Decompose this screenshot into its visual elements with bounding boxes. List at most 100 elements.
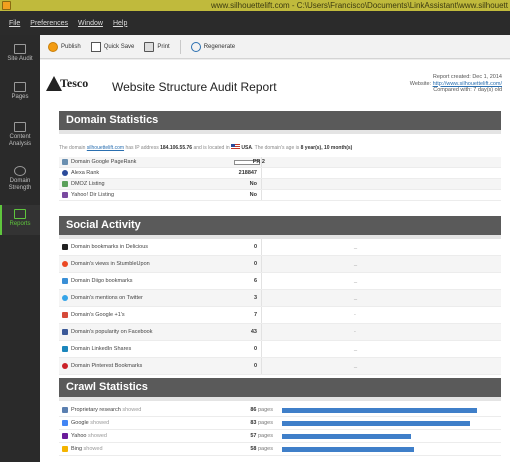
sidebar-item-domain-strength[interactable]: Domain Strength — [0, 163, 40, 199]
twitter-icon — [62, 295, 68, 301]
engine-sub: showed — [90, 420, 110, 426]
domain-info-line: The domain silhouettelift.com has IP add… — [59, 144, 501, 151]
stumbleupon-icon — [62, 261, 68, 267]
sidebar: Site Audit Pages Content Analysis Domain… — [0, 35, 40, 462]
row-value: 7 — [253, 312, 257, 318]
row-label: Domain LinkedIn Shares — [71, 346, 132, 352]
trend-mark: - — [354, 329, 356, 335]
pages-icon — [14, 82, 26, 92]
row-value: 57 pages — [209, 430, 273, 443]
table-row: Alexa Rank 218847 — [59, 168, 501, 179]
table-row: Google showed 83 pages — [59, 417, 501, 430]
domain-link[interactable]: silhouettelift.com — [87, 145, 124, 151]
sidebar-item-label: Pages — [11, 94, 29, 100]
quick-save-label: Quick Save — [103, 43, 135, 50]
row-value: 0 — [253, 261, 257, 267]
trend-mark: _ — [354, 244, 358, 250]
row-value: PR 2 — [252, 159, 265, 165]
menu-file[interactable]: File — [9, 20, 20, 27]
table-row: Proprietary research showed 86 pages — [59, 404, 501, 417]
row-label: Domain's Google +1's — [71, 312, 125, 318]
row-label: Domain Pinterest Bookmarks — [71, 363, 143, 369]
table-row: Domain's views in StumbleUpon 0 _ — [59, 256, 501, 273]
engine-sub: showed — [122, 407, 142, 413]
website-link[interactable]: http://www.silhouettelift.com/ — [433, 81, 502, 87]
menu-window[interactable]: Window — [78, 20, 103, 27]
row-label: Domain's views in StumbleUpon — [71, 261, 150, 267]
row-value: No — [249, 192, 257, 198]
pages-count: 83 — [250, 420, 257, 426]
dmoz-icon — [62, 181, 68, 187]
row-value: 0 — [253, 346, 257, 352]
pages-count: 57 — [250, 433, 257, 439]
report-meta: Report created: Dec 1, 2014 Website: htt… — [410, 74, 502, 94]
column-divider — [261, 168, 262, 178]
trend-mark: _ — [354, 278, 358, 284]
engine-sub: showed — [88, 433, 107, 439]
sidebar-item-content-analysis[interactable]: Content Analysis — [0, 119, 40, 155]
row-label: DMOZ Listing — [71, 181, 105, 187]
trend-mark: _ — [354, 261, 358, 267]
row-label: Yahoo showed — [71, 430, 107, 443]
menu-preferences[interactable]: Preferences — [30, 20, 68, 27]
ip-address: 184.106.55.76 — [160, 145, 193, 151]
sidebar-item-site-audit[interactable]: Site Audit — [0, 41, 40, 71]
google-pagerank-icon — [62, 159, 68, 165]
row-label: Proprietary research showed — [71, 404, 141, 417]
crawl-bar — [282, 434, 411, 439]
domain-info-text: . The domain's age is — [251, 145, 300, 151]
table-row: Domain's mentions on Twitter 3 _ — [59, 290, 501, 307]
column-divider — [261, 307, 262, 323]
engine-name: Bing — [71, 446, 83, 452]
floppy-disk-icon — [90, 41, 101, 52]
row-value: 43 — [250, 329, 257, 335]
print-button[interactable]: Print — [144, 41, 170, 52]
trend-mark: _ — [354, 295, 358, 301]
regenerate-button[interactable]: Regenerate — [190, 41, 235, 52]
row-value: 6 — [253, 278, 257, 284]
row-label: Domain's popularity on Facebook — [71, 329, 153, 335]
row-label: Domain's mentions on Twitter — [71, 295, 143, 301]
publish-icon — [48, 41, 58, 52]
sidebar-item-reports[interactable]: Reports — [0, 205, 40, 235]
row-value: 83 pages — [209, 417, 273, 430]
site-audit-icon — [14, 44, 26, 54]
pages-unit: pages — [258, 407, 273, 413]
menu-help[interactable]: Help — [113, 20, 127, 27]
row-value: No — [249, 181, 257, 187]
facebook-icon — [62, 329, 68, 335]
section-header-crawl-statistics: Crawl Statistics — [59, 378, 501, 401]
sidebar-item-label: Site Audit — [7, 56, 33, 62]
delicious-icon — [62, 244, 68, 250]
publish-button[interactable]: Publish — [48, 41, 81, 52]
table-row: Domain Diigo bookmarks 6 _ — [59, 273, 501, 290]
table-row: Domain's popularity on Facebook 43 - — [59, 324, 501, 341]
report-view[interactable]: Tesco Website Structure Audit Report Rep… — [40, 60, 510, 462]
social-activity-table: Domain bookmarks in Delicious 0 _ Domain… — [59, 239, 501, 375]
table-row: Domain bookmarks in Delicious 0 _ — [59, 239, 501, 256]
table-row: Domain Pinterest Bookmarks 0 _ — [59, 358, 501, 375]
engine-sub: showed — [83, 446, 103, 452]
report-title: Website Structure Audit Report — [112, 80, 277, 94]
column-divider — [261, 256, 262, 272]
engine-name: Google — [71, 420, 89, 426]
publish-label: Publish — [61, 43, 81, 50]
column-divider — [261, 358, 262, 374]
window-title: www.silhouettelift.com - C:\Users\Franci… — [211, 1, 508, 10]
row-label: Yahoo! Dir Listing — [71, 192, 115, 198]
sidebar-item-label: Content Analysis — [8, 134, 32, 147]
sidebar-item-pages[interactable]: Pages — [0, 79, 40, 109]
yahoo-dir-icon — [62, 192, 68, 198]
domain-strength-icon — [14, 166, 26, 176]
alexa-icon — [62, 170, 68, 176]
row-label: Domain Diigo bookmarks — [71, 278, 133, 284]
section-header-domain-statistics: Domain Statistics — [59, 111, 501, 134]
pages-unit: pages — [258, 420, 273, 426]
domain-stats-table: Domain Google PageRank PR 2 Alexa Rank 2… — [59, 157, 501, 201]
quick-save-button[interactable]: Quick Save — [90, 41, 135, 52]
row-label: Domain bookmarks in Delicious — [71, 244, 149, 250]
column-divider — [261, 341, 262, 357]
engine-name: Proprietary research — [71, 407, 121, 413]
domain-age: 8 year(s), 10 month(s) — [300, 145, 353, 151]
row-value: 3 — [253, 295, 257, 301]
